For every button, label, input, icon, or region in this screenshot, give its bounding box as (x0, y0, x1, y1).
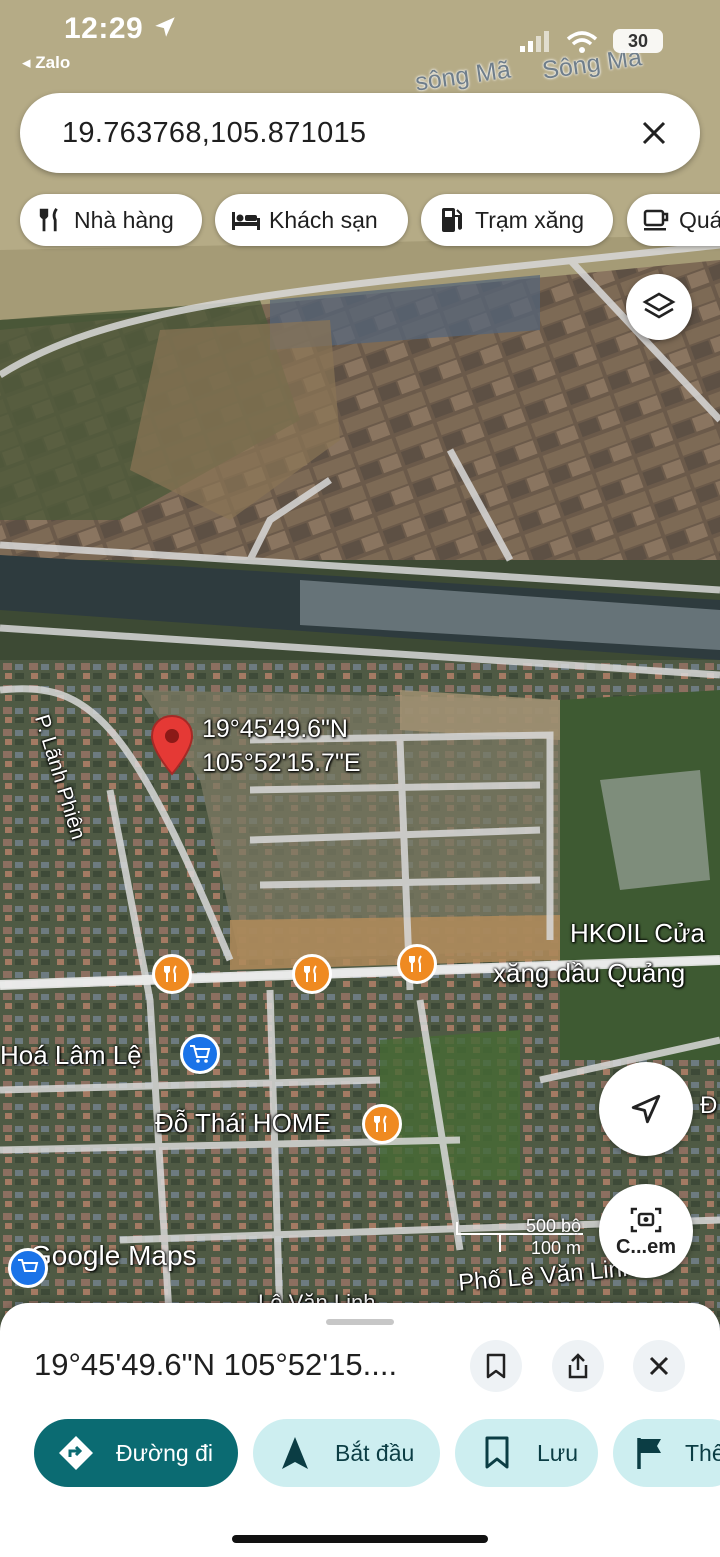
cart-icon (18, 1259, 39, 1272)
chip-label: Nhà hàng (74, 206, 174, 233)
close-icon (649, 1356, 669, 1376)
chip-hotels[interactable]: Khách sạn (215, 194, 408, 246)
camera-search-icon (630, 1207, 662, 1232)
close-sheet-button[interactable] (633, 1340, 685, 1392)
search-input[interactable]: 19.763768,105.871015 (62, 117, 366, 150)
restaurant-marker[interactable] (292, 954, 332, 994)
map-pin-icon[interactable] (150, 714, 194, 778)
pin-latitude: 19°45'49.6"N (202, 715, 348, 743)
home-indicator[interactable] (232, 1535, 488, 1543)
restaurant-icon (304, 965, 317, 982)
back-to-app[interactable]: ◂ Zalo (22, 53, 70, 73)
restaurant-marker[interactable] (397, 944, 437, 984)
action-label: Đường đi (116, 1439, 213, 1466)
layers-button[interactable] (626, 274, 692, 340)
back-app-label: Zalo (35, 53, 71, 72)
bookmark-icon (486, 1353, 506, 1379)
lens-label: C...em (615, 1235, 677, 1258)
place-label[interactable]: Hoá Lâm Lệ (0, 1040, 142, 1071)
chip-coffee[interactable]: Quán cà phê (627, 194, 720, 246)
chip-label: Trạm xăng (475, 206, 585, 233)
hotel-icon (231, 205, 261, 235)
sheet-drag-handle[interactable] (326, 1319, 394, 1325)
status-time: 12:29 (64, 12, 178, 46)
share-icon (568, 1353, 588, 1379)
bookmark-icon (477, 1433, 517, 1473)
directions-button[interactable]: Đường đi (34, 1419, 238, 1487)
lens-button[interactable]: C...em (599, 1184, 693, 1278)
action-label: Lưu (537, 1439, 578, 1466)
chip-label: Khách sạn (269, 206, 378, 233)
status-icons (518, 28, 608, 59)
save-button[interactable]: Lưu (455, 1419, 598, 1487)
location-arrow-icon (631, 1094, 661, 1124)
time-text: 12:29 (64, 12, 144, 45)
close-icon (642, 121, 666, 145)
layers-icon (642, 292, 676, 319)
map-scale: 500 bộ 100 m (455, 1216, 585, 1258)
signal-icon (520, 31, 549, 52)
wifi-icon (566, 31, 598, 53)
shopping-marker[interactable] (8, 1248, 48, 1288)
my-location-button[interactable] (599, 1062, 693, 1156)
scale-metric: 100 m (530, 1238, 581, 1258)
share-button[interactable] (552, 1340, 604, 1392)
restaurant-icon (374, 1115, 387, 1132)
place-label[interactable]: HKOIL Cửa (570, 918, 705, 949)
chip-label: Quán cà phê (679, 206, 720, 233)
place-title: 19°45'49.6"N 105°52'15.... (34, 1347, 398, 1382)
chip-gas-stations[interactable]: Trạm xăng (421, 194, 613, 246)
restaurant-icon (409, 955, 422, 972)
start-button[interactable]: Bắt đầu (253, 1419, 440, 1487)
restaurant-marker[interactable] (362, 1104, 402, 1144)
battery-indicator: 30 (613, 29, 663, 53)
pin-longitude: 105°52'15.7"E (202, 749, 361, 777)
flag-icon (635, 1433, 665, 1473)
save-bookmark-button[interactable] (470, 1340, 522, 1392)
place-label[interactable]: xăng dầu Quảng (493, 958, 685, 989)
gas-station-icon (437, 205, 467, 235)
action-label: Bắt đầu (335, 1439, 415, 1466)
location-arrow-icon (155, 17, 175, 37)
chip-restaurants[interactable]: Nhà hàng (20, 194, 202, 246)
directions-icon (56, 1433, 96, 1473)
restaurant-icon (36, 205, 66, 235)
place-label: Đ (700, 1092, 718, 1119)
shopping-marker[interactable] (180, 1034, 220, 1074)
place-label[interactable]: Đỗ Thái HOME (155, 1108, 331, 1139)
google-maps-attribution: Google Maps (30, 1240, 197, 1271)
restaurant-icon (164, 965, 177, 982)
navigate-icon (275, 1433, 315, 1473)
cart-icon (190, 1045, 211, 1063)
coffee-icon (643, 205, 671, 235)
clear-search-button[interactable] (630, 109, 678, 157)
place-sheet[interactable]: 19°45'49.6"N 105°52'15.... Đường đi Bắt … (0, 1303, 720, 1557)
label-button[interactable]: Thêm (613, 1419, 720, 1487)
search-bar[interactable]: 19.763768,105.871015 (20, 93, 700, 173)
action-label: Thêm (685, 1439, 720, 1466)
restaurant-marker[interactable] (152, 954, 192, 994)
scale-imperial: 500 bộ (525, 1216, 581, 1236)
pin-coordinates-label: 19°45'49.6"N 105°52'15.7"E (202, 712, 361, 780)
